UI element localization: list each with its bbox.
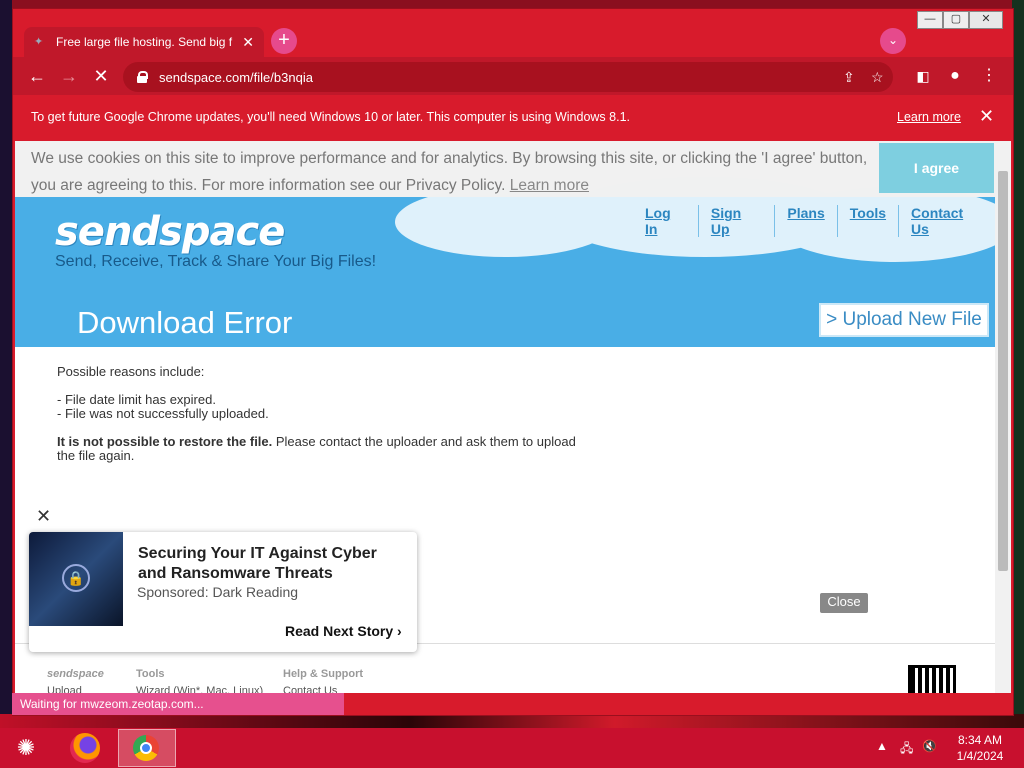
reason-item: - File date limit has expired. bbox=[57, 392, 216, 407]
start-button-icon[interactable]: ✺ bbox=[8, 732, 44, 764]
nav-tools[interactable]: Tools bbox=[836, 205, 898, 237]
clock-date: 1/4/2024 bbox=[956, 749, 1004, 763]
status-bubble: Waiting for mwzeom.zeotap.com... bbox=[12, 693, 344, 715]
qr-code-image bbox=[908, 665, 956, 693]
lock-icon[interactable] bbox=[137, 71, 148, 83]
infobar-message: To get future Google Chrome updates, you… bbox=[31, 110, 630, 124]
nav-contact-us[interactable]: Contact Us bbox=[898, 205, 995, 237]
reason-item: - File was not successfully uploaded. bbox=[57, 406, 269, 421]
cookie-message: We use cookies on this site to improve p… bbox=[31, 150, 868, 194]
upload-new-file-button[interactable]: > Upload New File bbox=[819, 303, 989, 337]
tab-search-button[interactable]: ⌄ bbox=[880, 28, 906, 54]
tab-title: Free large file hosting. Send big f bbox=[56, 35, 233, 49]
update-infobar: To get future Google Chrome updates, you… bbox=[13, 95, 1013, 139]
footer-link-contact[interactable]: Contact Us bbox=[283, 683, 363, 693]
tray-chevron-icon[interactable]: ▲ bbox=[876, 739, 888, 753]
footer-link-wizard[interactable]: Wizard (Win*, Mac, Linux) bbox=[136, 683, 263, 693]
new-tab-button[interactable]: + bbox=[271, 28, 297, 54]
url-text[interactable]: sendspace.com/file/b3nqia bbox=[159, 70, 313, 85]
scrollbar-thumb[interactable] bbox=[998, 171, 1008, 571]
read-next-label: Read Next Story bbox=[285, 623, 394, 639]
sendspace-favicon-icon: ✦ bbox=[34, 36, 44, 48]
network-icon[interactable]: 🖧 bbox=[900, 739, 913, 760]
minimize-button[interactable]: — bbox=[917, 11, 943, 29]
sponsored-ad-card[interactable]: 🔒 Securing Your IT Against Cyber and Ran… bbox=[29, 532, 417, 652]
infobar-close-icon[interactable]: ✕ bbox=[979, 106, 994, 127]
tab-close-icon[interactable]: ✕ bbox=[242, 34, 254, 51]
footer-link-upload[interactable]: Upload bbox=[47, 683, 104, 693]
clock-time: 8:34 AM bbox=[957, 733, 1003, 747]
footer-col-help: Help & Support Contact Us bbox=[283, 666, 363, 693]
padlock-icon: 🔒 bbox=[62, 564, 90, 592]
footer-heading: Help & Support bbox=[283, 668, 364, 680]
ad-title[interactable]: Securing Your IT Against Cyber and Ranso… bbox=[138, 544, 408, 584]
footer-heading: Tools bbox=[136, 668, 165, 680]
ad-sponsor: Sponsored: Dark Reading bbox=[137, 584, 299, 600]
address-bar[interactable]: sendspace.com/file/b3nqia ⇪ ☆ bbox=[123, 62, 893, 92]
cookie-banner: We use cookies on this site to improve p… bbox=[15, 141, 995, 197]
stop-loading-button[interactable]: ✕ bbox=[89, 65, 113, 87]
ad-thumbnail: 🔒 bbox=[29, 532, 123, 626]
footer-col-tools: Tools Wizard (Win*, Mac, Linux) bbox=[136, 666, 263, 693]
share-icon[interactable]: ⇪ bbox=[843, 69, 855, 86]
ad-dismiss-icon[interactable]: ✕ bbox=[36, 506, 51, 527]
cookie-text: We use cookies on this site to improve p… bbox=[31, 145, 871, 199]
nav-log-in[interactable]: Log In bbox=[633, 205, 698, 237]
close-window-button[interactable]: ✕ bbox=[969, 11, 1003, 29]
reasons-intro: Possible reasons include: bbox=[57, 364, 205, 379]
maximize-button[interactable]: ▢ bbox=[943, 11, 969, 29]
bookmark-star-icon[interactable]: ☆ bbox=[871, 69, 884, 86]
menu-kebab-icon[interactable]: ⋮ bbox=[977, 65, 1001, 87]
side-panel-icon[interactable]: ◧ bbox=[911, 65, 935, 87]
infobar-learn-more-link[interactable]: Learn more bbox=[897, 110, 961, 124]
site-header: sendspace Send, Receive, Track & Share Y… bbox=[15, 177, 1011, 347]
volume-muted-icon[interactable]: 🔇 bbox=[922, 739, 937, 753]
forward-button[interactable]: → bbox=[57, 65, 81, 87]
back-button[interactable]: ← bbox=[25, 65, 49, 87]
profile-avatar-icon[interactable]: ● bbox=[943, 65, 967, 87]
restore-bold-text: It is not possible to restore the file. bbox=[57, 434, 273, 449]
agree-button[interactable]: I agree bbox=[879, 143, 994, 193]
site-tagline: Send, Receive, Track & Share Your Big Fi… bbox=[55, 253, 377, 270]
top-nav: Log In Sign Up Plans Tools Contact Us bbox=[633, 205, 995, 237]
footer-col-sendspace: sendspace Upload bbox=[47, 666, 104, 693]
footer-heading: sendspace bbox=[47, 668, 104, 680]
nav-sign-up[interactable]: Sign Up bbox=[697, 205, 775, 237]
tab-sendspace[interactable]: ✦ Free large file hosting. Send big f ✕ bbox=[24, 27, 264, 57]
restore-message: It is not possible to restore the file. … bbox=[57, 435, 597, 463]
taskbar: ✺ ▲ 🖧 🔇 8:34 AM 1/4/2024 bbox=[0, 728, 1024, 768]
cookie-learn-more-link[interactable]: Learn more bbox=[510, 177, 589, 194]
firefox-icon[interactable] bbox=[70, 733, 100, 763]
error-content: Possible reasons include: - File date li… bbox=[57, 365, 597, 477]
chrome-icon[interactable] bbox=[133, 735, 159, 761]
page-title: Download Error bbox=[77, 305, 293, 340]
nav-plans[interactable]: Plans bbox=[774, 205, 836, 237]
taskbar-clock[interactable]: 8:34 AM 1/4/2024 bbox=[948, 732, 1012, 764]
close-ad-button[interactable]: Close bbox=[820, 593, 868, 613]
read-next-story-link[interactable]: Read Next Story › bbox=[285, 623, 402, 639]
sendspace-logo[interactable]: sendspace bbox=[55, 209, 285, 255]
tab-strip: ✦ Free large file hosting. Send big f ✕ … bbox=[13, 9, 1013, 57]
browser-toolbar: ← → ✕ sendspace.com/file/b3nqia ⇪ ☆ ◧ ● … bbox=[13, 57, 1013, 95]
